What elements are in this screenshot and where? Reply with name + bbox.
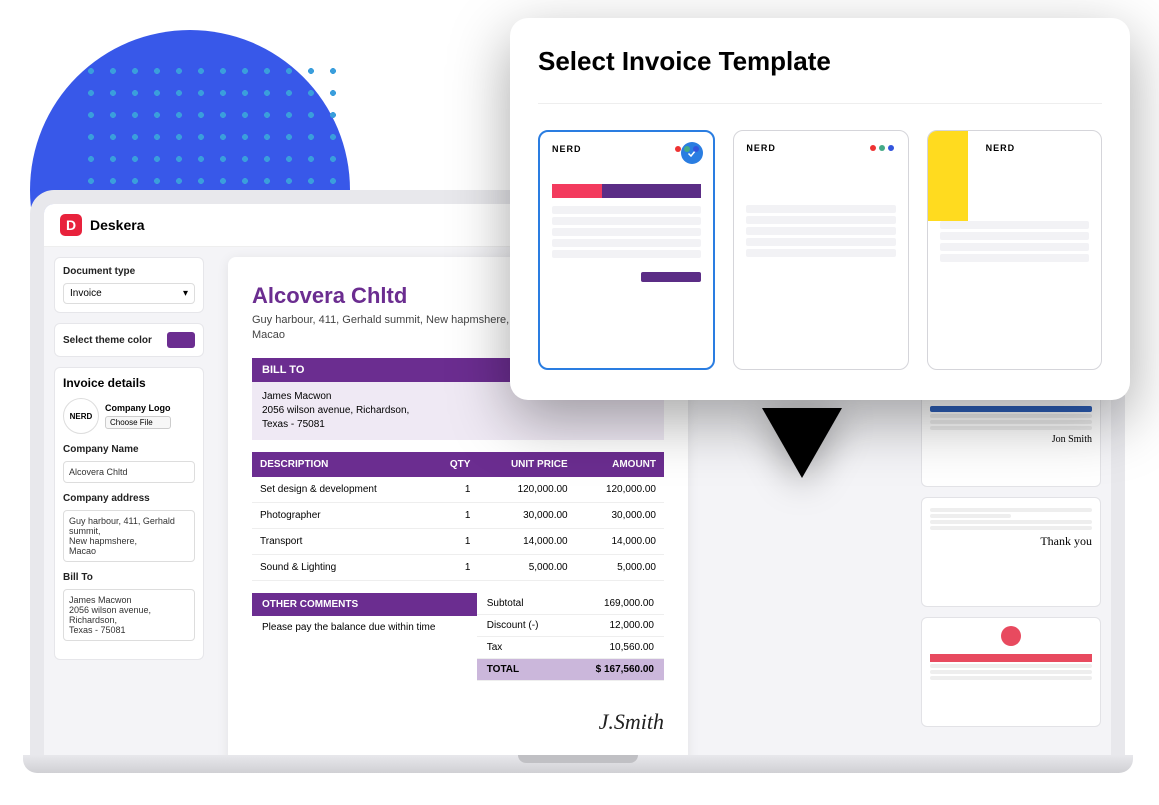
cell-amount: 14,000.00 xyxy=(576,528,664,554)
col-qty: QTY xyxy=(430,452,479,477)
template-status-dots-icon xyxy=(675,146,699,152)
tax-value: 10,560.00 xyxy=(610,642,655,653)
cell-amount: 30,000.00 xyxy=(576,502,664,528)
settings-sidebar: Document type Invoice ▾ Select theme col… xyxy=(44,247,214,755)
template-thumb[interactable]: Thank you xyxy=(921,497,1101,607)
cell-amount: 120,000.00 xyxy=(576,477,664,503)
col-unit-price: UNIT PRICE xyxy=(478,452,575,477)
company-name-label: Company Name xyxy=(63,444,195,455)
comments-header: OTHER COMMENTS xyxy=(252,593,477,616)
template-option-3[interactable]: NERD xyxy=(927,130,1102,370)
subtotal-value: 169,000.00 xyxy=(604,598,654,609)
bill-to-label: Bill To xyxy=(63,572,195,583)
company-address-label: Company address xyxy=(63,493,195,504)
app-title: Deskera xyxy=(90,217,145,233)
cell-price: 30,000.00 xyxy=(478,502,575,528)
cell-qty: 1 xyxy=(430,554,479,580)
cell-desc: Photographer xyxy=(252,502,430,528)
doc-comments: OTHER COMMENTS Please pay the balance du… xyxy=(252,593,477,681)
template-status-dots-icon xyxy=(870,145,894,151)
company-name-input[interactable]: Alcovera Chltd xyxy=(63,461,195,483)
subtotal-row: Subtotal 169,000.00 xyxy=(477,593,664,615)
company-address-input[interactable]: Guy harbour, 411, Gerhald summit, New ha… xyxy=(63,510,195,562)
comments-body: Please pay the balance due within time xyxy=(252,616,477,639)
table-row: Photographer 1 30,000.00 30,000.00 xyxy=(252,502,664,528)
thumb-thank-you: Thank you xyxy=(930,534,1092,549)
invoice-details-card: Invoice details NERD Company Logo Choose… xyxy=(54,367,204,660)
template-logo-text: NERD xyxy=(986,143,1089,153)
discount-label: Discount (-) xyxy=(487,620,539,631)
doc-type-label: Document type xyxy=(63,266,195,277)
cell-price: 120,000.00 xyxy=(478,477,575,503)
discount-value: 12,000.00 xyxy=(610,620,655,631)
doc-signature: J.Smith xyxy=(252,709,664,735)
cell-qty: 1 xyxy=(430,528,479,554)
cell-desc: Transport xyxy=(252,528,430,554)
table-row: Sound & Lighting 1 5,000.00 5,000.00 xyxy=(252,554,664,580)
company-logo-label: Company Logo xyxy=(105,403,171,413)
cell-qty: 1 xyxy=(430,477,479,503)
company-logo-preview: NERD xyxy=(63,398,99,434)
template-option-2[interactable]: NERD xyxy=(733,130,908,370)
subtotal-label: Subtotal xyxy=(487,598,524,609)
doc-type-value: Invoice xyxy=(70,288,102,299)
template-thumb[interactable] xyxy=(921,617,1101,727)
theme-color-swatch[interactable] xyxy=(167,332,195,348)
table-row: Transport 1 14,000.00 14,000.00 xyxy=(252,528,664,554)
doc-type-card: Document type Invoice ▾ xyxy=(54,257,204,313)
template-option-1[interactable]: NERD xyxy=(538,130,715,370)
dialog-pointer-icon xyxy=(762,408,842,478)
doc-totals: Subtotal 169,000.00 Discount (-) 12,000.… xyxy=(477,593,664,681)
chevron-down-icon: ▾ xyxy=(183,288,188,299)
cell-desc: Set design & development xyxy=(252,477,430,503)
invoice-details-title: Invoice details xyxy=(63,376,195,390)
doc-type-select[interactable]: Invoice ▾ xyxy=(63,283,195,304)
table-row: Set design & development 1 120,000.00 12… xyxy=(252,477,664,503)
total-label: TOTAL xyxy=(487,664,519,675)
choose-file-button[interactable]: Choose File xyxy=(105,416,171,429)
bill-to-input[interactable]: James Macwon 2056 wilson avenue, Richard… xyxy=(63,589,195,641)
total-value: $ 167,560.00 xyxy=(596,664,654,675)
cell-qty: 1 xyxy=(430,502,479,528)
total-row: TOTAL $ 167,560.00 xyxy=(477,659,664,681)
logo-text: NERD xyxy=(70,412,93,421)
template-yellow-accent xyxy=(928,131,968,221)
laptop-notch xyxy=(518,755,638,763)
cell-amount: 5,000.00 xyxy=(576,554,664,580)
template-selector-dialog: Select Invoice Template NERD NERD xyxy=(510,18,1130,400)
app-logo-icon: D xyxy=(60,214,82,236)
laptop-base xyxy=(23,755,1133,773)
tax-row: Tax 10,560.00 xyxy=(477,637,664,659)
template-action-bar xyxy=(641,272,701,282)
cell-price: 14,000.00 xyxy=(478,528,575,554)
cell-desc: Sound & Lighting xyxy=(252,554,430,580)
tax-label: Tax xyxy=(487,642,503,653)
cell-price: 5,000.00 xyxy=(478,554,575,580)
col-amount: AMOUNT xyxy=(576,452,664,477)
col-description: DESCRIPTION xyxy=(252,452,430,477)
theme-color-label: Select theme color xyxy=(63,335,152,346)
dialog-title: Select Invoice Template xyxy=(538,46,1102,77)
thumb-signature: Jon Smith xyxy=(930,434,1092,445)
table-header-row: DESCRIPTION QTY UNIT PRICE AMOUNT xyxy=(252,452,664,477)
theme-color-card: Select theme color xyxy=(54,323,204,357)
doc-items-table: DESCRIPTION QTY UNIT PRICE AMOUNT Set de… xyxy=(252,452,664,581)
discount-row: Discount (-) 12,000.00 xyxy=(477,615,664,637)
